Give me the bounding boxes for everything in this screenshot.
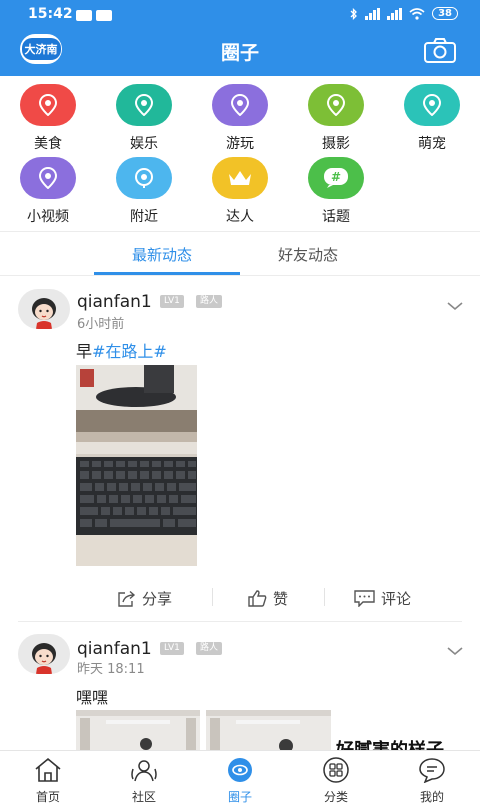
nav-community[interactable]: 社区 [114,757,174,805]
level-badge: LV1 [160,295,184,308]
category-food[interactable]: 美食 [8,84,88,153]
section-divider [0,231,480,232]
chevron-down-icon[interactable] [447,301,463,311]
nav-label: 分类 [323,790,348,804]
comment-label: 评论 [381,590,412,608]
location-pin-icon [404,84,460,126]
nav-label: 我的 [419,790,444,804]
post-time: 昨天 18:11 [77,662,145,677]
location-pin-icon [308,84,364,126]
location-pin-icon [116,84,172,126]
nav-profile[interactable]: 我的 [402,757,462,805]
status-bar: 15:42 38 [0,0,480,30]
post-text: 早 [76,342,93,361]
nav-circle[interactable]: 圈子 [210,757,270,805]
post-image[interactable] [76,710,200,752]
svg-text:#: # [331,170,341,184]
category-label: 附近 [130,209,158,225]
target-pin-icon [116,157,172,199]
like-button[interactable]: 赞 [248,588,288,609]
avatar[interactable] [18,634,70,674]
nav-label: 首页 [35,790,60,804]
tab-friends[interactable]: 好友动态 [278,244,338,265]
post-image[interactable] [76,365,197,566]
wifi-icon [409,7,425,20]
action-separator [212,588,213,606]
grid-category-icon [323,757,349,783]
message-notification-icon [96,10,112,21]
location-pin-icon [20,84,76,126]
post-content: 早#在路上# [76,338,167,362]
category-label: 达人 [226,209,254,225]
category-label: 游玩 [226,136,254,152]
circle-eye-icon [228,758,252,782]
share-button[interactable]: 分享 [117,588,172,609]
comment-button[interactable]: 评论 [354,588,411,609]
category-label: 美食 [34,136,62,152]
nav-label: 圈子 [227,790,252,804]
share-icon [118,590,136,607]
post-image[interactable] [206,710,331,752]
community-icon [131,760,157,782]
chevron-down-icon[interactable] [447,646,463,656]
level-badge: LV1 [160,642,184,655]
role-badge: 路人 [196,295,223,308]
status-time: 15:42 [28,6,73,22]
post-divider [18,621,462,622]
role-badge: 路人 [196,642,223,655]
category-short-video[interactable]: 小视频 [8,157,88,226]
message-notification-icon [76,10,92,21]
category-travel[interactable]: 游玩 [200,84,280,153]
category-photography[interactable]: 摄影 [296,84,376,153]
action-separator [324,588,325,606]
nav-label: 社区 [131,790,156,804]
location-pin-icon [212,84,268,126]
category-topics[interactable]: # 话题 [296,157,376,226]
status-icons: 38 [350,7,458,20]
share-label: 分享 [142,590,173,608]
nav-categories[interactable]: 分类 [306,757,366,805]
category-entertainment[interactable]: 娱乐 [104,84,184,153]
bottom-navigation: 首页 社区 圈子 分类 我的 [0,750,480,804]
signal-icon [387,7,403,20]
thumbs-up-icon [248,590,267,607]
category-nearby[interactable]: 附近 [104,157,184,226]
category-label: 娱乐 [130,136,158,152]
avatar[interactable] [18,289,70,329]
tabs-divider [0,275,480,276]
like-label: 赞 [273,590,289,608]
camera-icon[interactable] [424,38,456,63]
signal-icon [365,7,381,20]
category-label: 摄影 [322,136,350,152]
home-icon [35,757,61,782]
category-label: 小视频 [27,209,69,225]
post-username[interactable]: qianfan1 [77,639,152,659]
top-bar: 15:42 38 大济南 圈子 [0,0,480,76]
post-hashtag[interactable]: #在路上# [92,342,167,361]
post-username[interactable]: qianfan1 [77,292,152,312]
category-label: 萌宠 [418,136,446,152]
post-text: 嘿嘿 [76,688,109,707]
battery-indicator: 38 [432,7,458,20]
bluetooth-icon [350,7,357,20]
page-title: 圈子 [220,42,259,64]
category-label: 话题 [322,209,350,225]
post-content: 嘿嘿 [76,684,108,708]
chat-bubble-icon [419,758,445,784]
post-time: 6小时前 [77,317,125,332]
tab-latest[interactable]: 最新动态 [132,244,192,265]
category-experts[interactable]: 达人 [200,157,280,226]
crown-icon [212,157,268,199]
comment-icon [354,590,375,607]
category-pets[interactable]: 萌宠 [392,84,472,153]
hashtag-icon: # [308,157,364,199]
nav-home[interactable]: 首页 [18,757,78,805]
location-pin-icon [20,157,76,199]
